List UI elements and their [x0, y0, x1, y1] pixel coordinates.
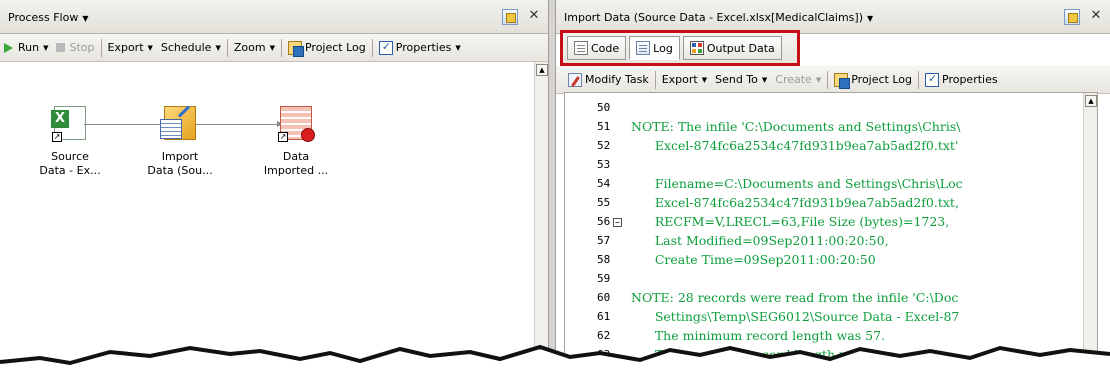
- output-data-icon: [689, 41, 704, 55]
- import-data-title[interactable]: Import Data (Source Data - Excel.xlsx[Me…: [564, 11, 873, 24]
- stop-icon: [56, 43, 66, 52]
- pin-icon[interactable]: [1064, 9, 1080, 25]
- fold-toggle-icon[interactable]: −: [613, 218, 622, 227]
- line-number: 58: [597, 253, 611, 266]
- log-scrollbar[interactable]: ▲: [1083, 93, 1097, 382]
- process-flow-scrollbar[interactable]: ▲: [534, 62, 548, 383]
- close-icon[interactable]: ✕: [1089, 9, 1103, 23]
- log-line-text: Filename=C:\Documents and Settings\Chris…: [631, 176, 963, 191]
- log-line-text: RECFM=V,LRECL=63,File Size (bytes)=1723,: [631, 214, 950, 229]
- log-line-text: NOTE: 28 records were read from the infi…: [631, 290, 959, 305]
- import-data-icon: [160, 106, 196, 140]
- toolbar-separator: [100, 38, 102, 57]
- line-number: 60: [597, 291, 611, 304]
- tab-log[interactable]: Log: [629, 36, 680, 60]
- project-log-icon: [287, 40, 304, 57]
- scroll-up-icon[interactable]: ▲: [536, 64, 548, 76]
- project-log-button[interactable]: Project Log: [830, 69, 916, 91]
- line-number: 59: [597, 272, 611, 285]
- title-dropdown-icon: ▼: [867, 14, 874, 23]
- properties-icon: [378, 40, 393, 55]
- title-dropdown-icon: ▼: [82, 14, 89, 23]
- log-line-text: Create Time=09Sep2011:00:20:50: [631, 252, 876, 267]
- pane-splitter[interactable]: [548, 0, 556, 383]
- log-toolbar: Modify Task Export ▼ Send To ▼ Create ▼ Pro…: [556, 66, 1110, 94]
- close-icon[interactable]: ✕: [527, 9, 541, 23]
- view-tabs-highlight: Code Log Output Data: [560, 30, 800, 66]
- line-number: 54: [597, 177, 611, 190]
- line-number: 51: [597, 120, 611, 133]
- run-icon: [4, 42, 13, 53]
- node-source-data[interactable]: ↗ Source Data - Ex...: [30, 106, 110, 178]
- line-number: 56: [597, 215, 611, 228]
- export-menu[interactable]: Export ▼: [104, 37, 157, 59]
- torn-edge: [0, 344, 1110, 383]
- import-data-pane: Import Data (Source Data - Excel.xlsx[Me…: [556, 0, 1110, 383]
- create-menu[interactable]: Create ▼: [771, 69, 825, 91]
- process-flow-titlebar: Process Flow ▼ ✕: [0, 0, 548, 34]
- log-line-text: Excel-874fc6a2534c47fd931b9ea7ab5ad2f0.t…: [631, 138, 959, 153]
- toolbar-separator: [918, 70, 919, 89]
- process-flow-canvas[interactable]: ↗ Source Data - Ex... Import Data (Sou..…: [0, 62, 534, 383]
- project-log-button[interactable]: Project Log: [284, 37, 370, 59]
- modify-task-button[interactable]: Modify Task: [564, 69, 653, 91]
- schedule-menu[interactable]: Schedule ▼: [157, 37, 225, 59]
- toolbar-separator: [226, 38, 228, 57]
- line-number: 53: [597, 158, 611, 171]
- zoom-menu[interactable]: Zoom ▼: [230, 37, 279, 59]
- log-line-text: Excel-874fc6a2534c47fd931b9ea7ab5ad2f0.t…: [631, 195, 959, 210]
- toolbar-separator: [371, 38, 373, 57]
- send-to-menu[interactable]: Send To ▼: [711, 69, 771, 91]
- toolbar-separator: [654, 70, 656, 89]
- log-line-text: NOTE: The infile 'C:\Documents and Setti…: [631, 119, 961, 134]
- process-flow-pane: Process Flow ▼ ✕ Run ▼ Stop Export ▼ Schedu…: [0, 0, 548, 383]
- stop-button[interactable]: Stop: [52, 37, 98, 59]
- node-data-imported[interactable]: ↗ Data Imported ...: [256, 106, 336, 178]
- properties-button[interactable]: Properties▼: [375, 37, 465, 59]
- line-number: 50: [597, 101, 611, 114]
- toolbar-separator: [827, 70, 829, 89]
- node-import-data[interactable]: Import Data (Sou...: [140, 106, 220, 178]
- log-line-text: Last Modified=09Sep2011:00:20:50,: [631, 233, 889, 248]
- run-button[interactable]: Run ▼: [0, 37, 52, 59]
- process-flow-toolbar: Run ▼ Stop Export ▼ Schedule ▼ Zoom ▼ Projec…: [0, 34, 548, 62]
- import-data-titlebar: Import Data (Source Data - Excel.xlsx[Me…: [556, 0, 1110, 34]
- pin-icon[interactable]: [502, 9, 518, 25]
- excel-file-icon: ↗: [51, 106, 86, 142]
- sas-dataset-icon: ↗: [278, 106, 315, 142]
- log-line-text: Settings\Temp\SEG6012\Source Data - Exce…: [631, 309, 960, 324]
- line-number: 55: [597, 196, 611, 209]
- log-icon: [636, 41, 651, 55]
- project-log-icon: [834, 72, 851, 89]
- toolbar-separator: [280, 38, 282, 57]
- tab-code[interactable]: Code: [567, 36, 627, 60]
- modify-task-icon: [568, 72, 582, 87]
- process-flow-title[interactable]: Process Flow ▼: [8, 11, 89, 24]
- line-number: 57: [597, 234, 611, 247]
- line-number: 61: [597, 310, 611, 323]
- code-icon: [574, 41, 588, 55]
- scroll-up-icon[interactable]: ▲: [1085, 95, 1097, 107]
- properties-button[interactable]: Properties: [921, 69, 1002, 91]
- properties-icon: [925, 72, 939, 87]
- tab-output-data[interactable]: Output Data: [682, 36, 782, 60]
- line-number: 52: [597, 139, 611, 152]
- export-menu[interactable]: Export ▼: [658, 69, 711, 91]
